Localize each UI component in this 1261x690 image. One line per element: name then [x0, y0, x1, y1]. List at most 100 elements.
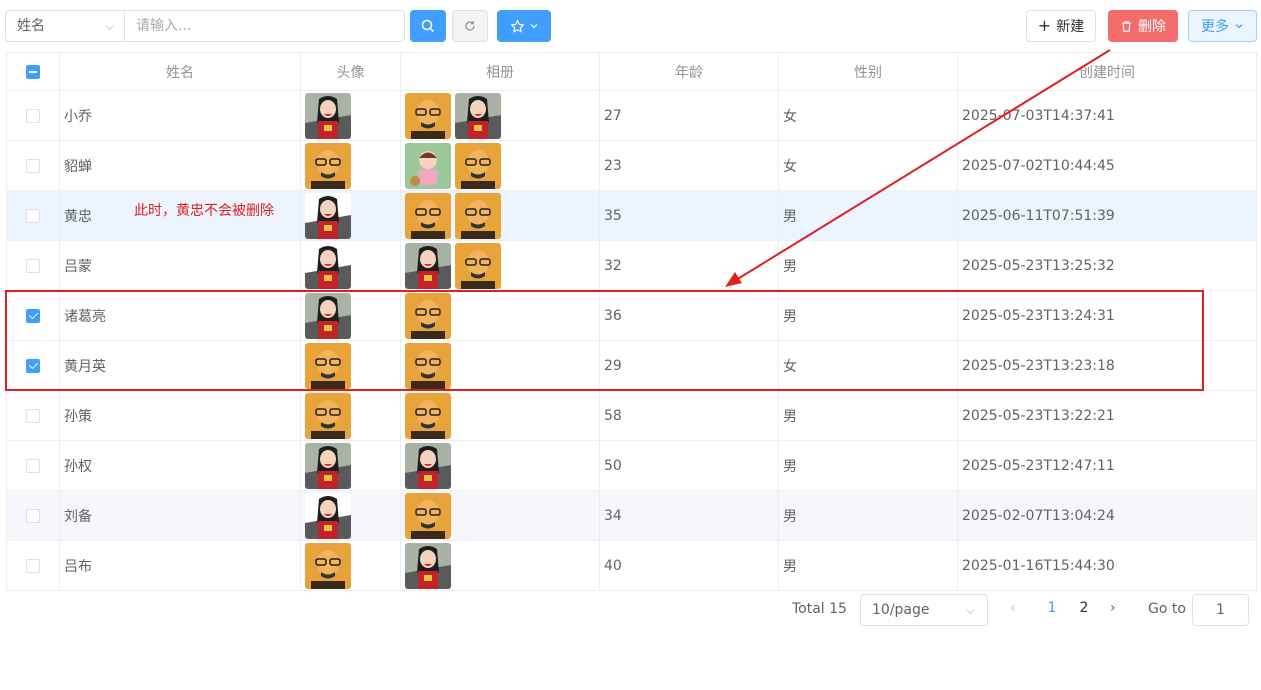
- row-checkbox[interactable]: [26, 158, 40, 173]
- row-checkbox[interactable]: [26, 358, 40, 373]
- portrait-woman-image[interactable]: [305, 442, 351, 489]
- portrait-man-image[interactable]: [405, 342, 451, 389]
- name-text: 刘备: [64, 508, 92, 525]
- gender-text: 女: [783, 358, 797, 375]
- avatar-cell: [301, 441, 401, 490]
- prev-page-button[interactable]: ‹: [1010, 600, 1016, 616]
- name-cell: 刘备: [60, 491, 301, 540]
- star-icon: [509, 18, 525, 33]
- column-header-avatar[interactable]: 头像: [301, 53, 401, 90]
- table-row[interactable]: 黄月英 29 女 2025-05-23T13:23:18: [7, 341, 1256, 391]
- search-field-select[interactable]: 姓名 ⌵: [5, 10, 125, 42]
- row-checkbox[interactable]: [26, 308, 40, 323]
- search-input[interactable]: [125, 10, 405, 42]
- table-row[interactable]: 貂蝉 23 女 2025-07-02T10:44:45: [7, 141, 1256, 191]
- portrait-man-image[interactable]: [405, 292, 451, 339]
- album-cell: [401, 391, 600, 440]
- next-page-button[interactable]: ›: [1110, 600, 1116, 616]
- row-checkbox[interactable]: [26, 408, 40, 423]
- portrait-man-image[interactable]: [405, 92, 451, 139]
- row-select-cell: [7, 341, 60, 390]
- portrait-man-image[interactable]: [405, 392, 451, 439]
- name-text: 黄月英: [64, 358, 106, 375]
- age-text: 23: [604, 157, 622, 174]
- portrait-man-image[interactable]: [305, 542, 351, 589]
- reset-button[interactable]: [452, 10, 488, 42]
- plus-icon: +: [1037, 16, 1052, 35]
- portrait-man-image[interactable]: [405, 492, 451, 539]
- trash-icon: [1121, 20, 1132, 32]
- select-all-checkbox[interactable]: [26, 64, 40, 79]
- row-checkbox[interactable]: [26, 208, 40, 223]
- column-header-gender[interactable]: 性别: [779, 53, 958, 90]
- portrait-woman-image[interactable]: [305, 492, 351, 539]
- gender-cell: 女: [779, 141, 958, 190]
- age-cell: 23: [600, 141, 779, 190]
- created-time-cell: 2025-05-23T13:22:21: [958, 391, 1256, 440]
- name-cell: 孙权: [60, 441, 301, 490]
- chevron-down-icon: [1235, 24, 1243, 29]
- created-time-text: 2025-06-11T07:51:39: [962, 207, 1115, 224]
- table-row[interactable]: 小乔 27 女 2025-07-03T14:37:41: [7, 91, 1256, 141]
- portrait-woman-image[interactable]: [405, 542, 451, 589]
- portrait-woman-image[interactable]: [305, 192, 351, 239]
- name-text: 孙权: [64, 458, 92, 475]
- more-dropdown-button[interactable]: 更多: [1188, 10, 1257, 42]
- row-select-cell: [7, 91, 60, 140]
- portrait-woman-image[interactable]: [305, 292, 351, 339]
- gender-cell: 男: [779, 491, 958, 540]
- row-checkbox[interactable]: [26, 558, 40, 573]
- search-button[interactable]: [410, 10, 446, 42]
- portrait-man-image[interactable]: [405, 192, 451, 239]
- row-checkbox[interactable]: [26, 258, 40, 273]
- gender-text: 男: [783, 458, 797, 475]
- portrait-man-image[interactable]: [455, 142, 501, 189]
- table-row[interactable]: 吕蒙 32 男 2025-05-23T13:25:32: [7, 241, 1256, 291]
- row-checkbox[interactable]: [26, 508, 40, 523]
- name-text: 吕蒙: [64, 258, 92, 275]
- portrait-man-image[interactable]: [305, 142, 351, 189]
- page-2-button[interactable]: 2: [1074, 600, 1094, 616]
- row-select-cell: [7, 441, 60, 490]
- portrait-woman-image[interactable]: [455, 92, 501, 139]
- table-row[interactable]: 刘备 34 男 2025-02-07T13:04:24: [7, 491, 1256, 541]
- table-row[interactable]: 吕布 40 男 2025-01-16T15:44:30: [7, 541, 1256, 591]
- page-size-select[interactable]: 10/page ⌵: [860, 594, 988, 626]
- column-header-created[interactable]: 创建时间: [958, 53, 1256, 90]
- portrait-woman-image[interactable]: [405, 242, 451, 289]
- created-time-text: 2025-05-23T13:22:21: [962, 407, 1115, 424]
- age-cell: 35: [600, 191, 779, 240]
- portrait-man-image[interactable]: [455, 242, 501, 289]
- table-row[interactable]: 孙权 50 男 2025-05-23T12:47:11: [7, 441, 1256, 491]
- table-row[interactable]: 诸葛亮 36 男 2025-05-23T13:24:31: [7, 291, 1256, 341]
- delete-button[interactable]: 删除: [1108, 10, 1178, 42]
- name-text: 貂蝉: [64, 158, 92, 175]
- gender-cell: 男: [779, 541, 958, 590]
- gender-cell: 男: [779, 291, 958, 340]
- age-text: 32: [604, 257, 622, 274]
- page-1-button[interactable]: 1: [1042, 600, 1062, 616]
- portrait-woman-image[interactable]: [405, 442, 451, 489]
- row-checkbox[interactable]: [26, 108, 40, 123]
- portrait-woman-image[interactable]: [305, 242, 351, 289]
- gender-text: 男: [783, 558, 797, 575]
- portrait-man-image[interactable]: [305, 342, 351, 389]
- portrait-child-image[interactable]: [405, 142, 451, 189]
- name-cell: 小乔: [60, 91, 301, 140]
- name-cell: 黄月英: [60, 341, 301, 390]
- portrait-woman-image[interactable]: [305, 92, 351, 139]
- chevron-down-icon: ⌵: [104, 19, 114, 33]
- age-cell: 58: [600, 391, 779, 440]
- favorites-dropdown-button[interactable]: [497, 10, 551, 42]
- column-header-age[interactable]: 年龄: [600, 53, 779, 90]
- portrait-man-image[interactable]: [455, 192, 501, 239]
- new-button[interactable]: + 新建: [1026, 10, 1096, 42]
- age-text: 35: [604, 207, 622, 224]
- page-size-value: 10/page: [872, 602, 930, 618]
- portrait-man-image[interactable]: [305, 392, 351, 439]
- column-header-name[interactable]: 姓名: [60, 53, 301, 90]
- table-row[interactable]: 孙策 58 男 2025-05-23T13:22:21: [7, 391, 1256, 441]
- column-header-album[interactable]: 相册: [401, 53, 600, 90]
- row-checkbox[interactable]: [26, 458, 40, 473]
- goto-page-input[interactable]: [1192, 594, 1249, 626]
